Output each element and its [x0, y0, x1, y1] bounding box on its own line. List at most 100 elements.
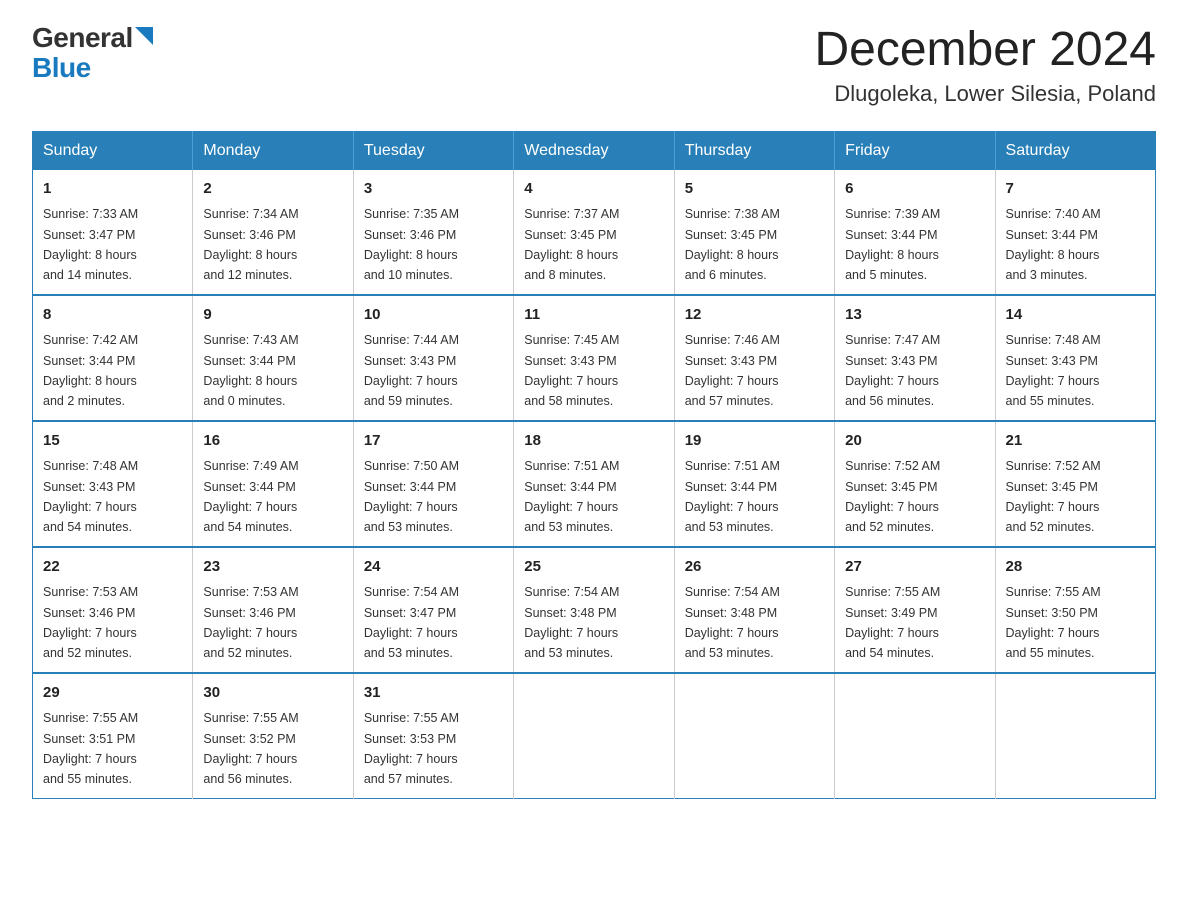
calendar-cell: 12 Sunrise: 7:46 AMSunset: 3:43 PMDaylig…: [674, 295, 834, 421]
header-thursday: Thursday: [674, 131, 834, 170]
calendar-cell: 28 Sunrise: 7:55 AMSunset: 3:50 PMDaylig…: [995, 547, 1155, 673]
calendar-table: SundayMondayTuesdayWednesdayThursdayFrid…: [32, 131, 1156, 799]
day-info: Sunrise: 7:40 AMSunset: 3:44 PMDaylight:…: [1006, 207, 1101, 282]
day-info: Sunrise: 7:53 AMSunset: 3:46 PMDaylight:…: [43, 585, 138, 660]
day-info: Sunrise: 7:44 AMSunset: 3:43 PMDaylight:…: [364, 333, 459, 408]
day-info: Sunrise: 7:54 AMSunset: 3:47 PMDaylight:…: [364, 585, 459, 660]
day-number: 3: [364, 178, 503, 201]
day-info: Sunrise: 7:35 AMSunset: 3:46 PMDaylight:…: [364, 207, 459, 282]
calendar-cell: 9 Sunrise: 7:43 AMSunset: 3:44 PMDayligh…: [193, 295, 353, 421]
day-number: 2: [203, 178, 342, 201]
day-number: 26: [685, 556, 824, 579]
header-friday: Friday: [835, 131, 995, 170]
day-number: 9: [203, 304, 342, 327]
day-number: 8: [43, 304, 182, 327]
calendar-cell: 27 Sunrise: 7:55 AMSunset: 3:49 PMDaylig…: [835, 547, 995, 673]
day-number: 15: [43, 430, 182, 453]
day-info: Sunrise: 7:37 AMSunset: 3:45 PMDaylight:…: [524, 207, 619, 282]
day-number: 7: [1006, 178, 1145, 201]
calendar-cell: 4 Sunrise: 7:37 AMSunset: 3:45 PMDayligh…: [514, 170, 674, 295]
calendar-week-5: 29 Sunrise: 7:55 AMSunset: 3:51 PMDaylig…: [33, 673, 1156, 799]
day-info: Sunrise: 7:42 AMSunset: 3:44 PMDaylight:…: [43, 333, 138, 408]
day-info: Sunrise: 7:55 AMSunset: 3:50 PMDaylight:…: [1006, 585, 1101, 660]
calendar-header-row: SundayMondayTuesdayWednesdayThursdayFrid…: [33, 131, 1156, 170]
logo: General Blue: [32, 24, 153, 84]
day-number: 19: [685, 430, 824, 453]
page-header: General Blue December 2024 Dlugoleka, Lo…: [32, 24, 1156, 107]
day-number: 14: [1006, 304, 1145, 327]
calendar-cell: 23 Sunrise: 7:53 AMSunset: 3:46 PMDaylig…: [193, 547, 353, 673]
day-number: 23: [203, 556, 342, 579]
day-info: Sunrise: 7:55 AMSunset: 3:53 PMDaylight:…: [364, 711, 459, 786]
day-number: 30: [203, 682, 342, 705]
title-section: December 2024 Dlugoleka, Lower Silesia, …: [814, 24, 1156, 107]
day-number: 4: [524, 178, 663, 201]
day-info: Sunrise: 7:49 AMSunset: 3:44 PMDaylight:…: [203, 459, 298, 534]
day-info: Sunrise: 7:50 AMSunset: 3:44 PMDaylight:…: [364, 459, 459, 534]
calendar-cell: 2 Sunrise: 7:34 AMSunset: 3:46 PMDayligh…: [193, 170, 353, 295]
day-info: Sunrise: 7:53 AMSunset: 3:46 PMDaylight:…: [203, 585, 298, 660]
calendar-cell: [514, 673, 674, 799]
day-info: Sunrise: 7:54 AMSunset: 3:48 PMDaylight:…: [685, 585, 780, 660]
calendar-week-4: 22 Sunrise: 7:53 AMSunset: 3:46 PMDaylig…: [33, 547, 1156, 673]
calendar-cell: 24 Sunrise: 7:54 AMSunset: 3:47 PMDaylig…: [353, 547, 513, 673]
calendar-cell: [835, 673, 995, 799]
day-number: 24: [364, 556, 503, 579]
day-number: 22: [43, 556, 182, 579]
calendar-cell: 25 Sunrise: 7:54 AMSunset: 3:48 PMDaylig…: [514, 547, 674, 673]
day-number: 13: [845, 304, 984, 327]
calendar-cell: 1 Sunrise: 7:33 AMSunset: 3:47 PMDayligh…: [33, 170, 193, 295]
day-number: 1: [43, 178, 182, 201]
calendar-cell: 6 Sunrise: 7:39 AMSunset: 3:44 PMDayligh…: [835, 170, 995, 295]
day-info: Sunrise: 7:38 AMSunset: 3:45 PMDaylight:…: [685, 207, 780, 282]
day-info: Sunrise: 7:55 AMSunset: 3:49 PMDaylight:…: [845, 585, 940, 660]
calendar-cell: 22 Sunrise: 7:53 AMSunset: 3:46 PMDaylig…: [33, 547, 193, 673]
calendar-cell: 21 Sunrise: 7:52 AMSunset: 3:45 PMDaylig…: [995, 421, 1155, 547]
day-info: Sunrise: 7:33 AMSunset: 3:47 PMDaylight:…: [43, 207, 138, 282]
calendar-cell: 30 Sunrise: 7:55 AMSunset: 3:52 PMDaylig…: [193, 673, 353, 799]
day-number: 31: [364, 682, 503, 705]
day-info: Sunrise: 7:51 AMSunset: 3:44 PMDaylight:…: [685, 459, 780, 534]
calendar-cell: 3 Sunrise: 7:35 AMSunset: 3:46 PMDayligh…: [353, 170, 513, 295]
calendar-cell: 13 Sunrise: 7:47 AMSunset: 3:43 PMDaylig…: [835, 295, 995, 421]
day-info: Sunrise: 7:52 AMSunset: 3:45 PMDaylight:…: [845, 459, 940, 534]
calendar-cell: 15 Sunrise: 7:48 AMSunset: 3:43 PMDaylig…: [33, 421, 193, 547]
logo-general-text: General: [32, 24, 133, 52]
calendar-cell: 11 Sunrise: 7:45 AMSunset: 3:43 PMDaylig…: [514, 295, 674, 421]
day-number: 10: [364, 304, 503, 327]
calendar-week-2: 8 Sunrise: 7:42 AMSunset: 3:44 PMDayligh…: [33, 295, 1156, 421]
calendar-cell: [674, 673, 834, 799]
day-number: 18: [524, 430, 663, 453]
day-info: Sunrise: 7:54 AMSunset: 3:48 PMDaylight:…: [524, 585, 619, 660]
day-number: 6: [845, 178, 984, 201]
day-info: Sunrise: 7:47 AMSunset: 3:43 PMDaylight:…: [845, 333, 940, 408]
day-info: Sunrise: 7:52 AMSunset: 3:45 PMDaylight:…: [1006, 459, 1101, 534]
calendar-cell: 29 Sunrise: 7:55 AMSunset: 3:51 PMDaylig…: [33, 673, 193, 799]
day-info: Sunrise: 7:48 AMSunset: 3:43 PMDaylight:…: [1006, 333, 1101, 408]
day-info: Sunrise: 7:39 AMSunset: 3:44 PMDaylight:…: [845, 207, 940, 282]
day-info: Sunrise: 7:43 AMSunset: 3:44 PMDaylight:…: [203, 333, 298, 408]
day-info: Sunrise: 7:55 AMSunset: 3:52 PMDaylight:…: [203, 711, 298, 786]
header-monday: Monday: [193, 131, 353, 170]
calendar-cell: [995, 673, 1155, 799]
header-saturday: Saturday: [995, 131, 1155, 170]
day-number: 25: [524, 556, 663, 579]
day-number: 16: [203, 430, 342, 453]
calendar-cell: 7 Sunrise: 7:40 AMSunset: 3:44 PMDayligh…: [995, 170, 1155, 295]
calendar-cell: 16 Sunrise: 7:49 AMSunset: 3:44 PMDaylig…: [193, 421, 353, 547]
calendar-cell: 31 Sunrise: 7:55 AMSunset: 3:53 PMDaylig…: [353, 673, 513, 799]
day-info: Sunrise: 7:51 AMSunset: 3:44 PMDaylight:…: [524, 459, 619, 534]
day-number: 11: [524, 304, 663, 327]
calendar-week-3: 15 Sunrise: 7:48 AMSunset: 3:43 PMDaylig…: [33, 421, 1156, 547]
day-number: 21: [1006, 430, 1145, 453]
day-info: Sunrise: 7:55 AMSunset: 3:51 PMDaylight:…: [43, 711, 138, 786]
calendar-cell: 10 Sunrise: 7:44 AMSunset: 3:43 PMDaylig…: [353, 295, 513, 421]
day-info: Sunrise: 7:46 AMSunset: 3:43 PMDaylight:…: [685, 333, 780, 408]
day-number: 20: [845, 430, 984, 453]
day-number: 28: [1006, 556, 1145, 579]
day-number: 5: [685, 178, 824, 201]
day-info: Sunrise: 7:34 AMSunset: 3:46 PMDaylight:…: [203, 207, 298, 282]
header-tuesday: Tuesday: [353, 131, 513, 170]
month-title: December 2024: [814, 24, 1156, 77]
location-title: Dlugoleka, Lower Silesia, Poland: [814, 81, 1156, 107]
